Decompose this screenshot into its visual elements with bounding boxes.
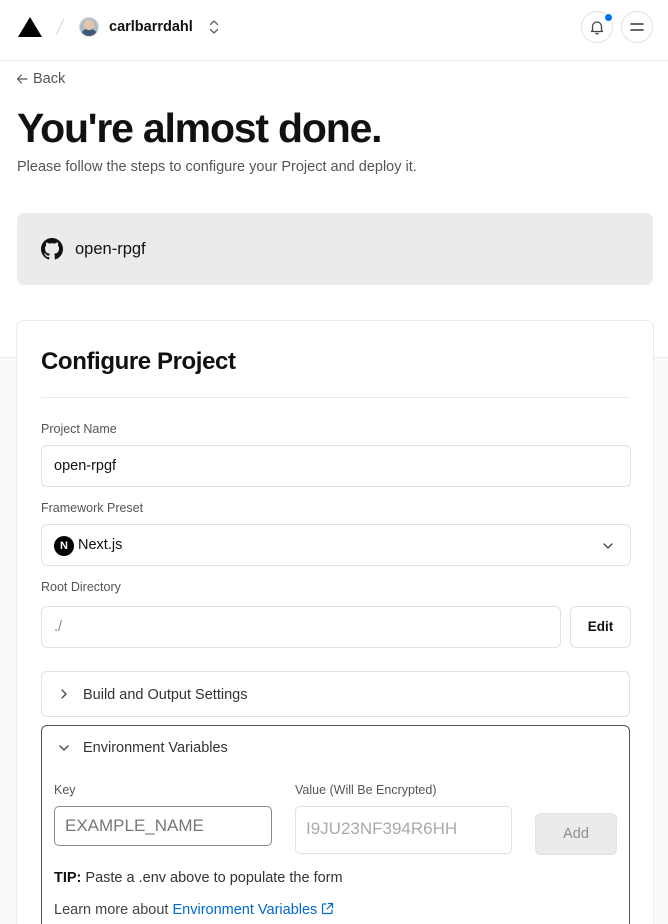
add-button[interactable]: Add [535, 813, 617, 855]
learn-more: Learn more about Environment Variables [54, 901, 334, 919]
edit-button[interactable]: Edit [570, 606, 631, 648]
environment-variables-section: Environment Variables Key EXAMPLE_NAME V… [41, 725, 630, 924]
framework-label: Framework Preset [41, 501, 144, 515]
key-label: Key [54, 783, 76, 797]
arrow-left-icon [16, 74, 28, 84]
env-value-input[interactable]: I9JU23NF394R6HH [295, 806, 512, 854]
avatar[interactable] [79, 17, 99, 37]
menu-icon [630, 23, 644, 31]
project-name-input[interactable]: open-rpgf [41, 445, 631, 487]
tip-message: Paste a .env above to populate the form [85, 870, 343, 886]
root-directory-input[interactable]: ./ [41, 606, 561, 648]
environment-variables-link[interactable]: Environment Variables [173, 902, 335, 918]
tip-label: TIP: [54, 870, 82, 886]
configure-project-card: Configure Project Project Name open-rpgf… [16, 320, 654, 924]
vercel-logo-icon[interactable] [17, 16, 43, 38]
learn-prefix: Learn more about [54, 902, 169, 918]
framework-value: Next.js [78, 537, 123, 553]
repo-name: open-rpgf [75, 240, 146, 258]
back-link[interactable]: Back [16, 70, 65, 88]
slash-separator-icon [55, 18, 65, 36]
back-label: Back [33, 71, 66, 87]
divider [41, 397, 630, 398]
env-key-input[interactable]: EXAMPLE_NAME [54, 806, 272, 846]
framework-select[interactable]: N Next.js [41, 524, 631, 566]
project-name-label: Project Name [41, 422, 117, 436]
build-section-label: Build and Output Settings [83, 687, 248, 703]
external-link-icon [322, 902, 334, 915]
root-directory-label: Root Directory [41, 580, 121, 594]
repo-card: open-rpgf [17, 213, 653, 285]
top-header: carlbarrdahl [0, 0, 668, 61]
page-subtitle: Please follow the steps to configure you… [17, 159, 417, 175]
card-title: Configure Project [41, 348, 236, 375]
env-section-label[interactable]: Environment Variables [83, 739, 228, 757]
username[interactable]: carlbarrdahl [109, 17, 193, 37]
notification-dot [604, 13, 613, 22]
value-label: Value (Will Be Encrypted) [295, 783, 437, 797]
link-text: Environment Variables [172, 902, 318, 918]
chevron-down-icon [603, 543, 613, 549]
chevron-down-icon[interactable] [58, 742, 70, 754]
nextjs-icon: N [54, 536, 74, 556]
page-title: You're almost done. [17, 105, 383, 151]
bell-icon [590, 21, 604, 35]
build-output-settings-section[interactable]: Build and Output Settings [41, 671, 630, 717]
chevron-right-icon [61, 689, 67, 699]
github-icon [41, 238, 63, 260]
chevron-up-down-icon[interactable] [206, 18, 222, 36]
tip-text: TIP: Paste a .env above to populate the … [54, 869, 343, 887]
menu-button[interactable] [621, 11, 653, 43]
